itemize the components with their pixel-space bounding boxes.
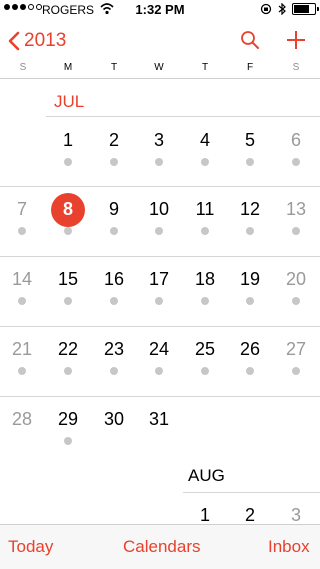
day-cell[interactable]: 12 — [228, 199, 272, 220]
event-indicator — [292, 297, 300, 305]
day-cell[interactable]: 5 — [228, 130, 272, 151]
day-cell[interactable]: 21 — [0, 339, 44, 360]
day-cell[interactable]: 28 — [0, 409, 44, 430]
day-cell[interactable]: 15 — [46, 269, 90, 290]
chevron-left-icon — [8, 31, 20, 51]
event-indicator — [201, 297, 209, 305]
day-cell[interactable]: 30 — [92, 409, 136, 430]
calendars-button[interactable]: Calendars — [123, 537, 201, 557]
week-divider — [183, 492, 320, 493]
event-indicator — [201, 227, 209, 235]
back-to-year-button[interactable]: 2013 — [8, 30, 66, 52]
weekday-wed: W — [154, 62, 164, 73]
event-indicator — [292, 158, 300, 166]
event-indicator — [292, 367, 300, 375]
day-cell[interactable]: 1 — [46, 130, 90, 151]
week-divider — [0, 186, 320, 187]
event-indicator — [110, 158, 118, 166]
event-indicator — [64, 437, 72, 445]
event-indicator — [18, 297, 26, 305]
weekday-sat: S — [292, 62, 300, 73]
day-cell[interactable]: 24 — [137, 339, 181, 360]
bottom-toolbar: Today Calendars Inbox — [0, 524, 320, 569]
event-indicator — [64, 158, 72, 166]
event-indicator — [18, 367, 26, 375]
event-indicator — [246, 158, 254, 166]
weekday-mon: M — [63, 62, 73, 73]
week-divider — [0, 326, 320, 327]
plus-icon[interactable] — [286, 30, 306, 50]
weekday-thu: T — [201, 62, 209, 73]
day-cell[interactable]: 29 — [46, 409, 90, 430]
day-cell[interactable]: 19 — [228, 269, 272, 290]
day-cell[interactable]: 3 — [274, 505, 318, 526]
day-cell[interactable]: 7 — [0, 199, 44, 220]
inbox-button[interactable]: Inbox — [268, 537, 310, 557]
week-divider — [0, 396, 320, 397]
week-divider — [46, 116, 320, 117]
day-cell[interactable]: 2 — [228, 505, 272, 526]
event-indicator — [110, 227, 118, 235]
event-indicator — [155, 367, 163, 375]
day-cell[interactable]: 25 — [183, 339, 227, 360]
day-cell[interactable]: 3 — [137, 130, 181, 151]
weekday-sun: S — [19, 62, 27, 73]
weekday-fri: F — [246, 62, 254, 73]
day-cell[interactable]: 31 — [137, 409, 181, 430]
day-cell[interactable]: 14 — [0, 269, 44, 290]
bluetooth-icon — [278, 3, 286, 15]
day-cell[interactable]: 11 — [183, 199, 227, 220]
today-button[interactable]: Today — [8, 537, 53, 557]
event-indicator — [64, 367, 72, 375]
navigation-bar: 2013 — [0, 20, 320, 64]
header-divider — [0, 78, 320, 79]
day-cell[interactable]: 23 — [92, 339, 136, 360]
day-cell[interactable]: 4 — [183, 130, 227, 151]
day-cell[interactable]: 9 — [92, 199, 136, 220]
day-cell[interactable]: 17 — [137, 269, 181, 290]
week-divider — [0, 256, 320, 257]
month-label-jul: JUL — [54, 92, 85, 111]
event-indicator — [246, 297, 254, 305]
weekday-tue: T — [110, 62, 118, 73]
day-cell[interactable]: 6 — [274, 130, 318, 151]
battery-icon — [292, 3, 319, 15]
event-indicator — [201, 158, 209, 166]
day-cell[interactable]: 22 — [46, 339, 90, 360]
day-cell[interactable]: 1 — [183, 505, 227, 526]
event-indicator — [246, 227, 254, 235]
day-cell[interactable]: 2 — [92, 130, 136, 151]
orientation-lock-icon — [260, 3, 272, 15]
event-indicator — [155, 227, 163, 235]
day-cell[interactable]: 8 — [46, 199, 90, 220]
day-cell[interactable]: 20 — [274, 269, 318, 290]
event-indicator — [155, 297, 163, 305]
month-label-aug: AUG — [188, 466, 225, 485]
event-indicator — [246, 367, 254, 375]
search-icon[interactable] — [240, 30, 260, 50]
day-cell[interactable]: 10 — [137, 199, 181, 220]
day-cell[interactable]: 16 — [92, 269, 136, 290]
day-cell[interactable]: 27 — [274, 339, 318, 360]
event-indicator — [292, 227, 300, 235]
event-indicator — [110, 367, 118, 375]
event-indicator — [64, 227, 72, 235]
event-indicator — [201, 367, 209, 375]
event-indicator — [110, 297, 118, 305]
event-indicator — [155, 158, 163, 166]
day-cell[interactable]: 13 — [274, 199, 318, 220]
event-indicator — [64, 297, 72, 305]
day-cell[interactable]: 26 — [228, 339, 272, 360]
status-bar: ROGERS 1:32 PM — [0, 0, 320, 20]
back-label: 2013 — [24, 30, 67, 51]
day-cell[interactable]: 18 — [183, 269, 227, 290]
event-indicator — [18, 227, 26, 235]
